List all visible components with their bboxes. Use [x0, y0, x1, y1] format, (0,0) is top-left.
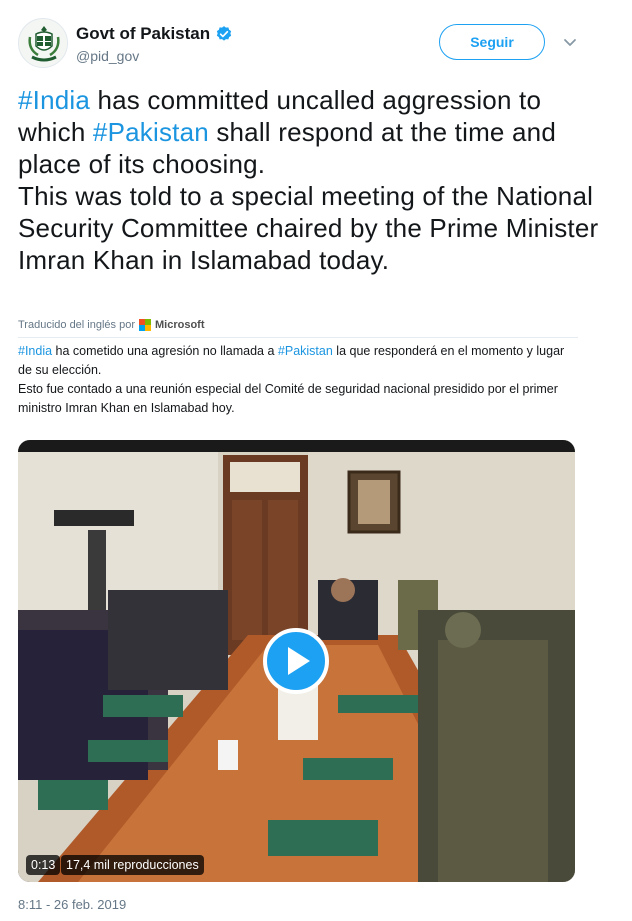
- translation-text-part: ha cometido una agresión no llamada a: [52, 344, 278, 358]
- play-button[interactable]: [263, 628, 329, 694]
- translation-paragraph-2: Esto fue contado a una reunión especial …: [18, 382, 558, 415]
- hashtag-india[interactable]: #India: [18, 344, 52, 358]
- account-names: Govt of Pakistan @pid_gov: [76, 24, 233, 64]
- tweet-text: #India has committed uncalled aggression…: [18, 84, 608, 276]
- account-handle[interactable]: @pid_gov: [76, 48, 233, 64]
- tweet-paragraph-2: This was told to a special meeting of th…: [18, 181, 599, 275]
- hashtag-pakistan[interactable]: #Pakistan: [278, 344, 333, 358]
- account-avatar[interactable]: [18, 18, 68, 68]
- chevron-down-icon[interactable]: [562, 34, 578, 50]
- state-emblem-icon: [19, 19, 67, 67]
- verified-badge-icon: [217, 26, 232, 41]
- tweet-paragraph-1: #India has committed uncalled aggression…: [18, 84, 608, 180]
- hashtag-india[interactable]: #India: [18, 85, 90, 115]
- follow-button[interactable]: Seguir: [439, 24, 545, 60]
- hashtag-pakistan[interactable]: #Pakistan: [93, 117, 209, 147]
- divider: [18, 337, 578, 338]
- tweet-header: Govt of Pakistan @pid_gov Seguir: [18, 18, 614, 70]
- display-name-row[interactable]: Govt of Pakistan: [76, 24, 233, 44]
- video-view-count: 17,4 mil reproducciones: [61, 855, 204, 875]
- translated-text: #India ha cometido una agresión no llama…: [18, 342, 578, 418]
- tweet-timestamp[interactable]: 8:11 - 26 feb. 2019: [18, 897, 126, 912]
- translation-label: Traducido del inglés por: [18, 319, 135, 331]
- play-icon: [288, 647, 310, 675]
- microsoft-logo-icon: [139, 319, 151, 331]
- translation-provider[interactable]: Microsoft: [155, 319, 205, 331]
- video-duration: 0:13: [26, 855, 61, 875]
- display-name[interactable]: Govt of Pakistan: [76, 24, 210, 44]
- video-player[interactable]: 0:13 17,4 mil reproducciones: [18, 440, 575, 882]
- translation-paragraph-1: #India ha cometido una agresión no llama…: [18, 342, 578, 380]
- translation-attribution: Traducido del inglés por Microsoft: [18, 319, 205, 331]
